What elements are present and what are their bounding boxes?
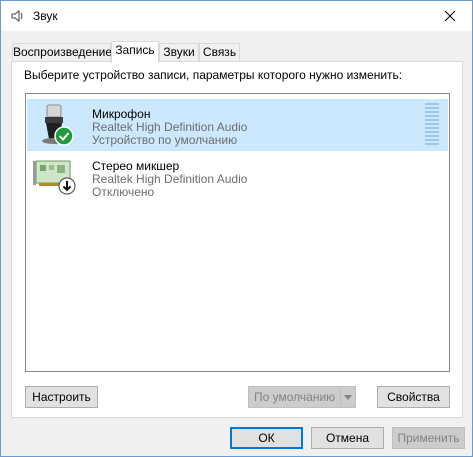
device-list[interactable]: Микрофон Realtek High Definition Audio У… bbox=[25, 93, 450, 372]
instruction-text: Выберите устройство записи, параметры ко… bbox=[24, 68, 403, 82]
apply-button[interactable]: Применить bbox=[392, 427, 465, 449]
set-default-button[interactable]: По умолчанию bbox=[248, 386, 356, 408]
recording-panel: Выберите устройство записи, параметры ко… bbox=[11, 61, 463, 418]
ok-button[interactable]: ОК bbox=[230, 427, 303, 449]
tab-playback[interactable]: Воспроизведение bbox=[12, 43, 112, 62]
device-name: Микрофон bbox=[92, 107, 151, 121]
device-name: Стерео микшер bbox=[92, 159, 180, 173]
level-meter bbox=[425, 103, 439, 148]
tab-recording[interactable]: Запись bbox=[111, 41, 159, 63]
chevron-down-icon bbox=[344, 394, 352, 400]
device-status: Отключено bbox=[92, 185, 155, 199]
sound-dialog: Звук Воспроизведение Запись Звуки Связь … bbox=[0, 0, 473, 457]
close-icon bbox=[444, 10, 455, 22]
properties-button[interactable]: Свойства bbox=[377, 386, 450, 408]
default-check-icon bbox=[54, 126, 74, 146]
window-title: Звук bbox=[33, 9, 58, 23]
tab-sounds[interactable]: Звуки bbox=[159, 43, 199, 62]
close-button[interactable] bbox=[427, 1, 472, 31]
device-stereo-mix[interactable]: Стерео микшер Realtek High Definition Au… bbox=[27, 151, 448, 203]
configure-button[interactable]: Настроить bbox=[25, 386, 98, 408]
sound-card-icon bbox=[33, 160, 76, 195]
cancel-button[interactable]: Отмена bbox=[311, 427, 384, 449]
microphone-icon bbox=[42, 104, 74, 146]
set-default-dropdown[interactable] bbox=[340, 387, 355, 407]
device-driver: Realtek High Definition Audio bbox=[92, 120, 248, 134]
device-status: Устройство по умолчанию bbox=[92, 133, 238, 147]
set-default-label: По умолчанию bbox=[254, 390, 336, 404]
device-microphone[interactable]: Микрофон Realtek High Definition Audio У… bbox=[27, 99, 448, 151]
tab-communications[interactable]: Связь bbox=[199, 43, 240, 62]
device-driver: Realtek High Definition Audio bbox=[92, 172, 248, 186]
speaker-icon bbox=[11, 10, 23, 22]
title-bar[interactable]: Звук bbox=[1, 1, 472, 31]
